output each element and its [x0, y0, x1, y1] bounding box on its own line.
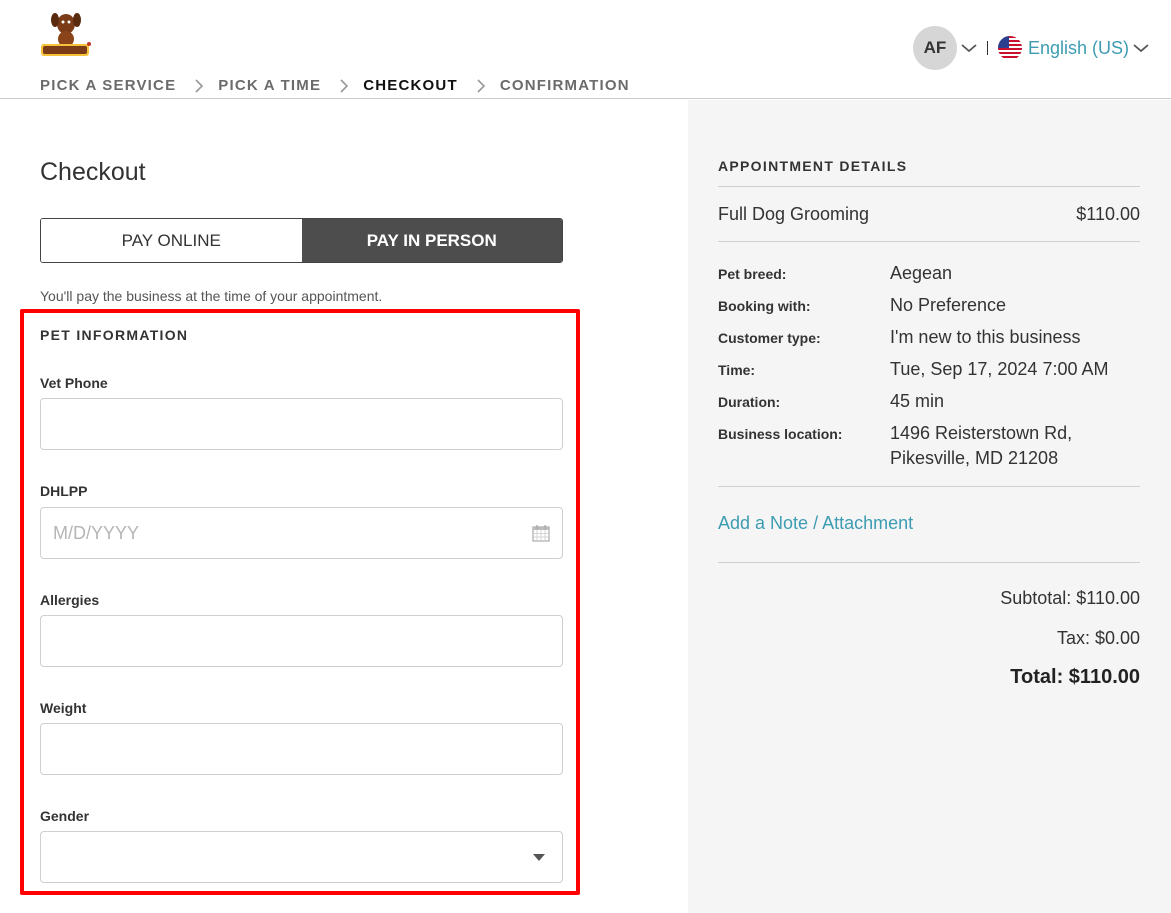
chevron-right-icon: [195, 78, 204, 93]
pet-information-heading: PET INFORMATION: [40, 327, 189, 343]
highlight-box: [20, 309, 580, 895]
step-confirmation: CONFIRMATION: [499, 77, 630, 94]
pet-breed-label: Pet breed:: [718, 266, 787, 282]
subtotal: Subtotal: $110.00: [1000, 588, 1140, 608]
gender-label: Gender: [40, 808, 90, 824]
business-location-line1: 1496 Reisterstown Rd,: [890, 423, 1073, 443]
dhlpp-label: DHLPP: [40, 483, 88, 499]
booking-with-value: No Preference: [890, 295, 1007, 315]
vet-phone-field[interactable]: [40, 398, 563, 450]
chevron-right-icon: [340, 78, 349, 93]
chevron-right-icon: [477, 78, 485, 93]
booking-with-label: Booking with:: [718, 298, 811, 314]
divider: [718, 486, 1140, 487]
total: Total: $110.00: [1010, 666, 1140, 688]
header: AF English (US) PICK A SERVICE PICK A TI…: [0, 0, 1171, 99]
duration-label: Duration:: [718, 394, 781, 410]
vet-phone-label: Vet Phone: [40, 375, 108, 391]
pay-in-person-button[interactable]: PAY IN PERSON: [301, 219, 562, 262]
allergies-label: Allergies: [40, 592, 100, 608]
dhlpp-date-input[interactable]: [41, 508, 562, 558]
step-checkout: CHECKOUT: [363, 77, 458, 94]
weight-input[interactable]: [41, 724, 562, 774]
gender-select[interactable]: [40, 831, 563, 883]
allergies-field[interactable]: [40, 615, 563, 667]
service-name: Full Dog Grooming: [718, 204, 870, 224]
page-title: Checkout: [40, 158, 146, 186]
dhlpp-field[interactable]: [40, 507, 563, 559]
allergies-input[interactable]: [41, 616, 562, 666]
weight-label: Weight: [40, 700, 87, 716]
checkout-panel: Checkout PAY ONLINE PAY IN PERSON You'll…: [0, 100, 688, 913]
vet-phone-input[interactable]: [41, 399, 562, 449]
pay-online-button[interactable]: PAY ONLINE: [41, 219, 302, 262]
business-location-line2: Pikesville, MD 21208: [890, 448, 1059, 468]
divider: [718, 186, 1140, 187]
appointment-details-heading: APPOINTMENT DETAILS: [718, 158, 908, 174]
divider: [718, 562, 1140, 563]
user-avatar[interactable]: AF: [912, 26, 957, 70]
time-value: Tue, Sep 17, 2024 7:00 AM: [890, 359, 1109, 379]
language-selector[interactable]: English (US): [1028, 38, 1129, 59]
business-location-label: Business location:: [718, 426, 843, 442]
divider: [718, 241, 1140, 242]
caret-down-icon[interactable]: [533, 854, 545, 861]
header-separator: [986, 41, 988, 55]
us-flag-icon: [997, 36, 1022, 60]
add-note-attachment-link[interactable]: Add a Note / Attachment: [718, 513, 913, 534]
chevron-down-icon[interactable]: [961, 43, 977, 53]
tax: Tax: $0.00: [1056, 628, 1140, 648]
appointment-details-panel: APPOINTMENT DETAILS Full Dog Grooming $1…: [688, 100, 1171, 913]
weight-field[interactable]: [40, 723, 563, 775]
customer-type-label: Customer type:: [718, 330, 821, 346]
service-row: Full Dog Grooming $110.00: [718, 204, 1140, 225]
user-area: AF English (US): [912, 26, 1149, 70]
chevron-down-icon[interactable]: [1133, 43, 1149, 53]
pets-r-us-logo[interactable]: [39, 8, 93, 60]
step-pick-a-service[interactable]: PICK A SERVICE: [40, 77, 176, 94]
time-label: Time:: [718, 362, 756, 378]
service-price: $110.00: [1076, 204, 1140, 224]
customer-type-value: I'm new to this business: [890, 327, 1081, 347]
payment-note: You'll pay the business at the time of y…: [40, 288, 383, 304]
payment-toggle: PAY ONLINE PAY IN PERSON: [40, 218, 563, 263]
calendar-icon[interactable]: [532, 524, 550, 542]
booking-steps: PICK A SERVICE PICK A TIME CHECKOUT CONF…: [40, 77, 630, 94]
step-pick-a-time[interactable]: PICK A TIME: [218, 77, 321, 94]
booking-page: AF English (US) PICK A SERVICE PICK A TI…: [0, 0, 1171, 913]
pet-breed-value: Aegean: [890, 263, 953, 283]
duration-value: 45 min: [890, 391, 945, 411]
